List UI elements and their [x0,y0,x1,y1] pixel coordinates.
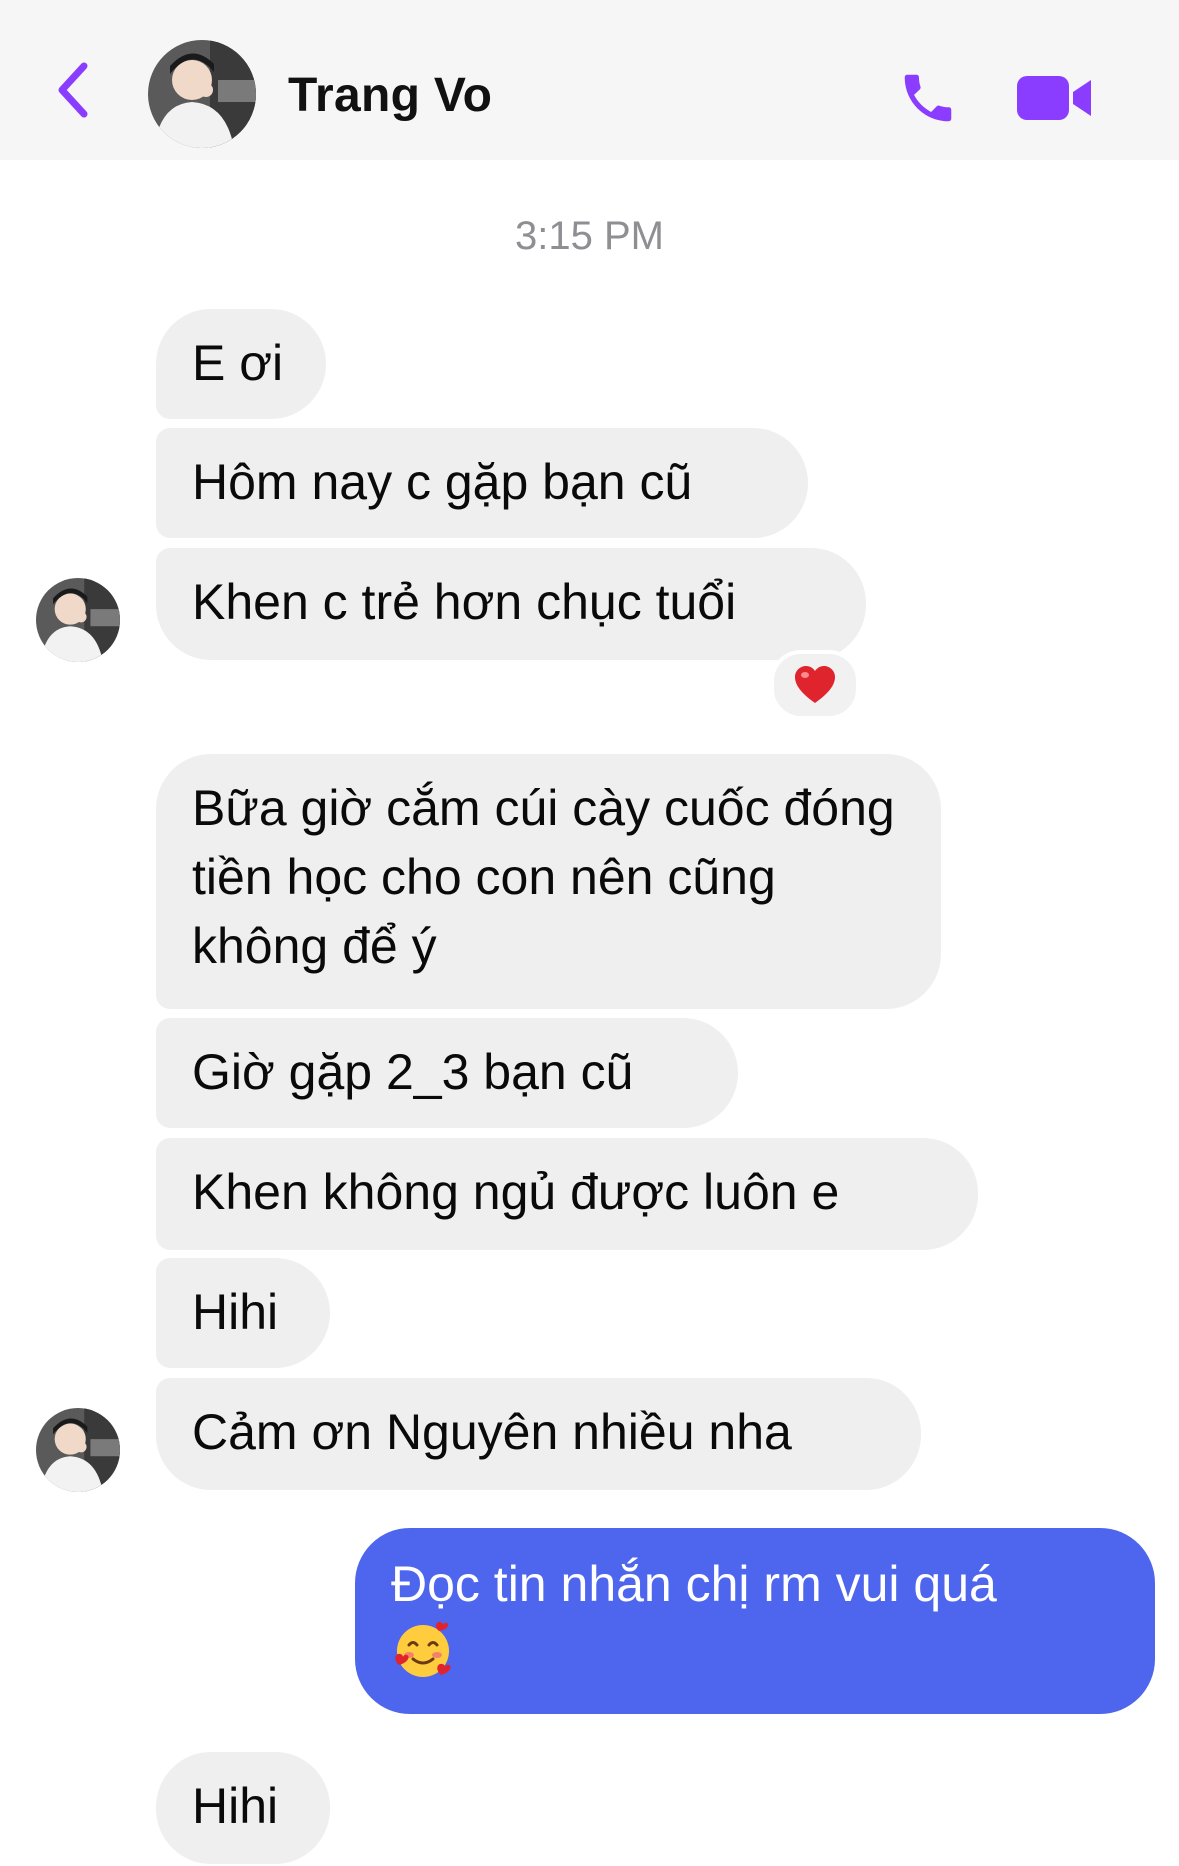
message-text: Cảm ơn Nguyên nhiều nha [192,1404,792,1460]
chevron-left-icon [58,62,88,118]
message-text: Bữa giờ cắm cúi cày cuốc đóng tiền học c… [192,780,895,974]
message-text: Khen không ngủ được luôn e [192,1164,840,1220]
video-camera-icon [1017,76,1091,120]
message-text: Đọc tin nhắn chị rm vui quá [391,1556,997,1612]
message-bubble[interactable]: Hihi [156,1258,330,1368]
message-bubble[interactable]: Khen c trẻ hơn chục tuổi [156,548,866,660]
message-bubble[interactable]: Cảm ơn Nguyên nhiều nha [156,1378,921,1490]
message-text: Khen c trẻ hơn chục tuổi [192,574,737,630]
message-text: Hihi [192,1284,279,1340]
message-bubble[interactable]: Khen không ngủ được luôn e [156,1138,978,1250]
message-bubble-outgoing[interactable]: Đọc tin nhắn chị rm vui quá [355,1528,1155,1714]
message-timestamp: 3:15 PM [515,214,664,258]
video-call-button[interactable] [1010,64,1100,132]
avatar[interactable] [36,1408,120,1492]
message-bubble[interactable]: Hihi [156,1752,330,1864]
back-button[interactable] [44,55,104,125]
phone-icon [904,74,952,122]
profile-photo [36,578,120,662]
message-bubble[interactable]: E ơi [156,309,326,419]
message-reaction[interactable] [770,650,860,720]
message-text: E ơi [192,335,284,391]
message-bubble[interactable]: Giờ gặp 2_3 bạn cũ [156,1018,738,1128]
heart-emoji [795,666,835,703]
contact-name[interactable]: Trang Vo [288,68,492,123]
profile-photo [148,40,256,148]
message-text: Hihi [192,1778,279,1834]
audio-call-button[interactable] [890,60,966,136]
message-text: Hôm nay c gặp bạn cũ [192,454,693,510]
message-bubble[interactable]: Hôm nay c gặp bạn cũ [156,428,808,538]
avatar[interactable] [148,40,256,148]
profile-photo [36,1408,120,1492]
smiling-face-with-hearts-emoji [391,1619,455,1701]
chat-header: Trang Vo [0,0,1179,160]
message-bubble[interactable]: Bữa giờ cắm cúi cày cuốc đóng tiền học c… [156,754,941,1009]
avatar[interactable] [36,578,120,662]
message-text: Giờ gặp 2_3 bạn cũ [192,1044,634,1100]
